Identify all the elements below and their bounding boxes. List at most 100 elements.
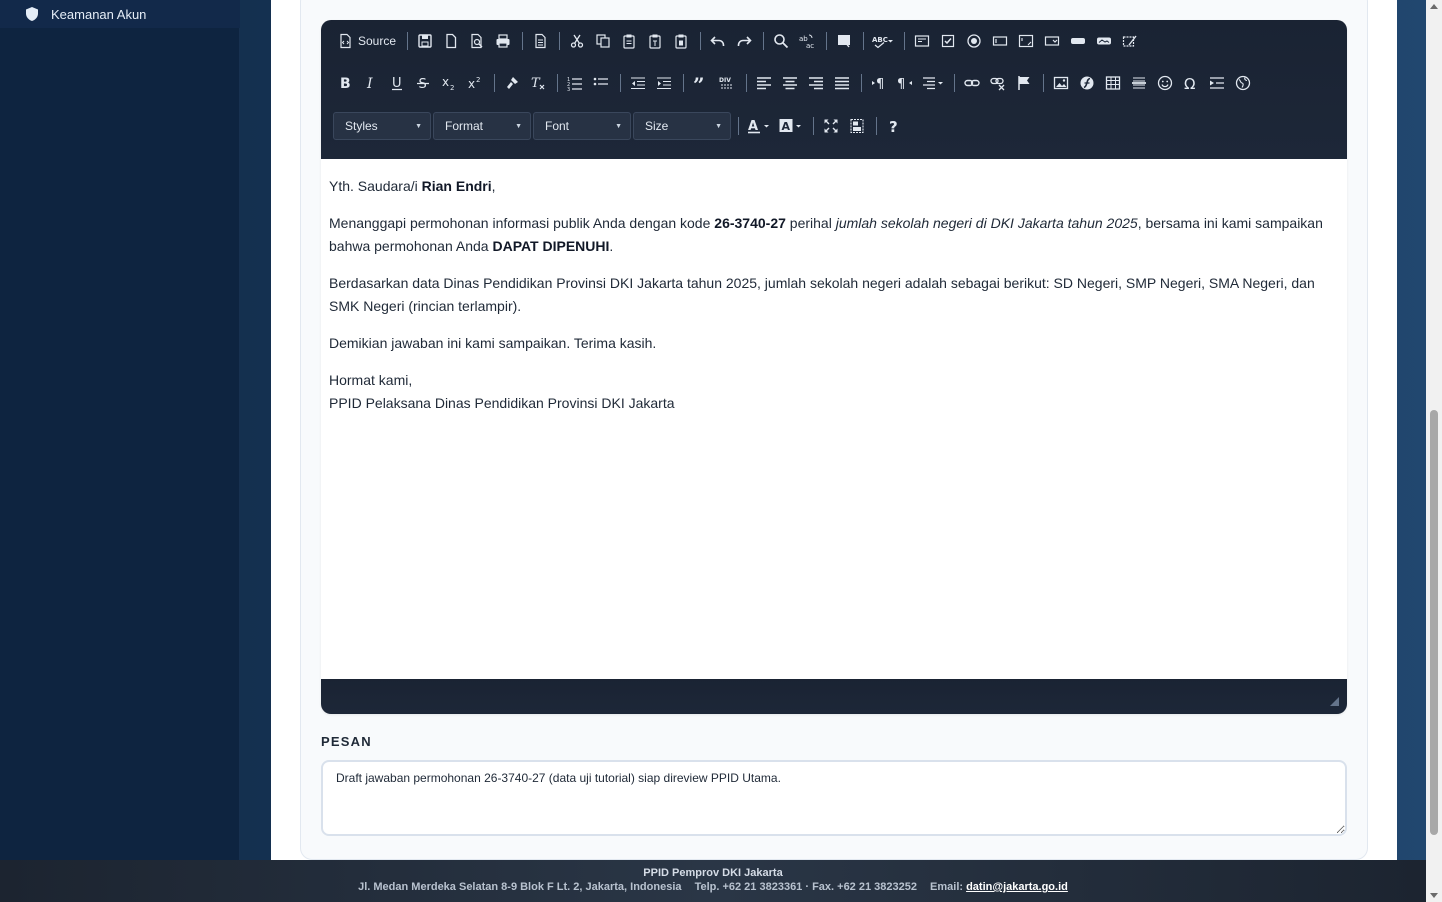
flash-button[interactable] — [1075, 71, 1099, 95]
source-button[interactable]: Source — [333, 29, 400, 53]
checkbox-icon — [941, 34, 955, 48]
show-blocks-button[interactable] — [845, 114, 869, 138]
link-button[interactable] — [960, 71, 984, 95]
hidden-field-button[interactable] — [1118, 29, 1142, 53]
styles-dropdown[interactable]: Styles ▼ — [333, 112, 431, 140]
underline-icon: U — [392, 76, 402, 91]
blockquote-button[interactable]: ” — [689, 71, 713, 95]
scroll-up-icon[interactable] — [1430, 4, 1438, 9]
background-color-button[interactable]: A — [776, 114, 806, 138]
page-scrollbar[interactable] — [1426, 0, 1442, 902]
blockquote-icon: ” — [693, 75, 705, 91]
div-button[interactable]: DIV — [715, 71, 739, 95]
superscript-button[interactable]: x2 — [463, 71, 487, 95]
unlink-button[interactable] — [986, 71, 1010, 95]
checkbox-button[interactable] — [936, 29, 960, 53]
ltr-button[interactable]: ¶ — [867, 71, 891, 95]
print-button[interactable] — [491, 29, 515, 53]
special-char-button[interactable]: Ω — [1179, 71, 1203, 95]
paste-text-button[interactable] — [643, 29, 667, 53]
horizontal-rule-button[interactable] — [1127, 71, 1151, 95]
cut-button[interactable] — [565, 29, 589, 53]
svg-text:DIV: DIV — [719, 77, 731, 84]
align-center-icon — [783, 77, 797, 90]
textfield-button[interactable] — [988, 29, 1012, 53]
help-button[interactable]: ? — [882, 114, 906, 138]
italic-button[interactable]: I — [359, 71, 383, 95]
remove-format-button[interactable]: T — [526, 71, 550, 95]
anchor-button[interactable] — [1012, 71, 1036, 95]
italic-icon: I — [366, 76, 373, 91]
new-page-button[interactable] — [439, 29, 463, 53]
sidebar-item-keamanan-akun[interactable]: Keamanan Akun — [0, 0, 240, 28]
paste-button[interactable] — [617, 29, 641, 53]
maximize-button[interactable] — [819, 114, 843, 138]
image-button-button[interactable] — [1092, 29, 1116, 53]
numbered-list-button[interactable]: 123 — [563, 71, 587, 95]
replace-button[interactable]: ab ac — [795, 29, 819, 53]
preview-button[interactable] — [465, 29, 489, 53]
redo-button[interactable] — [732, 29, 756, 53]
paintbrush-icon — [507, 77, 518, 89]
omega-icon: Ω — [1184, 75, 1195, 91]
form-button[interactable] — [910, 29, 934, 53]
copy-format-button[interactable] — [500, 71, 524, 95]
editor-statusbar — [321, 679, 1347, 714]
table-button[interactable] — [1101, 71, 1125, 95]
radio-button[interactable] — [962, 29, 986, 53]
toolbar-separator — [826, 32, 828, 50]
footer-contact: Jl. Medan Merdeka Selatan 8-9 Blok F Lt.… — [0, 881, 1426, 893]
resize-handle-icon[interactable] — [1330, 697, 1339, 706]
spellcheck-button[interactable]: ABC — [869, 29, 897, 53]
templates-button[interactable] — [528, 29, 552, 53]
toolbar-separator — [683, 74, 684, 92]
justify-button[interactable] — [830, 71, 854, 95]
pesan-textarea[interactable]: Draft jawaban permohonan 26-3740-27 (dat… — [321, 760, 1347, 836]
form-button-button[interactable] — [1066, 29, 1090, 53]
align-center-button[interactable] — [778, 71, 802, 95]
size-dropdown[interactable]: Size ▼ — [633, 112, 731, 140]
svg-text:2: 2 — [450, 84, 454, 91]
paste-word-button[interactable] — [669, 29, 693, 53]
svg-text:I: I — [366, 76, 373, 91]
rtl-button[interactable]: ¶ — [893, 71, 917, 95]
scrollbar-thumb[interactable] — [1430, 410, 1438, 835]
smiley-button[interactable] — [1153, 71, 1177, 95]
svg-text:¶: ¶ — [897, 77, 905, 91]
format-dropdown[interactable]: Format ▼ — [433, 112, 531, 140]
request-status: DAPAT DIPENUHI — [492, 238, 610, 254]
iframe-button[interactable] — [1231, 71, 1255, 95]
editor-content[interactable]: Yth. Saudara/i Rian Endri, Menanggapi pe… — [321, 159, 1347, 679]
footer-email-link[interactable]: datin@jakarta.go.id — [966, 881, 1068, 893]
language-button[interactable] — [919, 71, 947, 95]
align-right-button[interactable] — [804, 71, 828, 95]
bulleted-list-button[interactable] — [589, 71, 613, 95]
select-field-button[interactable] — [1040, 29, 1064, 53]
align-left-button[interactable] — [752, 71, 776, 95]
toolbar-separator — [522, 32, 524, 50]
copy-button[interactable] — [591, 29, 615, 53]
underline-button[interactable]: U — [385, 71, 409, 95]
show-blocks-icon — [850, 118, 864, 134]
chevron-down-icon: ▼ — [515, 122, 522, 130]
undo-button[interactable] — [706, 29, 730, 53]
strike-button[interactable]: S — [411, 71, 435, 95]
outdent-button[interactable] — [626, 71, 650, 95]
svg-text:U: U — [392, 76, 402, 91]
text-color-button[interactable]: A — [744, 114, 774, 138]
bold-button[interactable]: B — [333, 71, 357, 95]
scroll-down-icon[interactable] — [1430, 893, 1438, 898]
select-all-button[interactable] — [832, 29, 856, 53]
subscript-button[interactable]: x2 — [437, 71, 461, 95]
numbered-list-icon: 123 — [567, 77, 582, 91]
image-button[interactable] — [1049, 71, 1073, 95]
textfield-icon — [992, 36, 1008, 46]
spellcheck-icon: ABC — [872, 36, 894, 49]
font-dropdown[interactable]: Font ▼ — [533, 112, 631, 140]
indent-button[interactable] — [652, 71, 676, 95]
textarea-button[interactable] — [1014, 29, 1038, 53]
page-break-button[interactable] — [1205, 71, 1229, 95]
greeting-prefix: Yth. Saudara/i — [329, 178, 422, 194]
save-button[interactable] — [413, 29, 437, 53]
find-button[interactable] — [769, 29, 793, 53]
